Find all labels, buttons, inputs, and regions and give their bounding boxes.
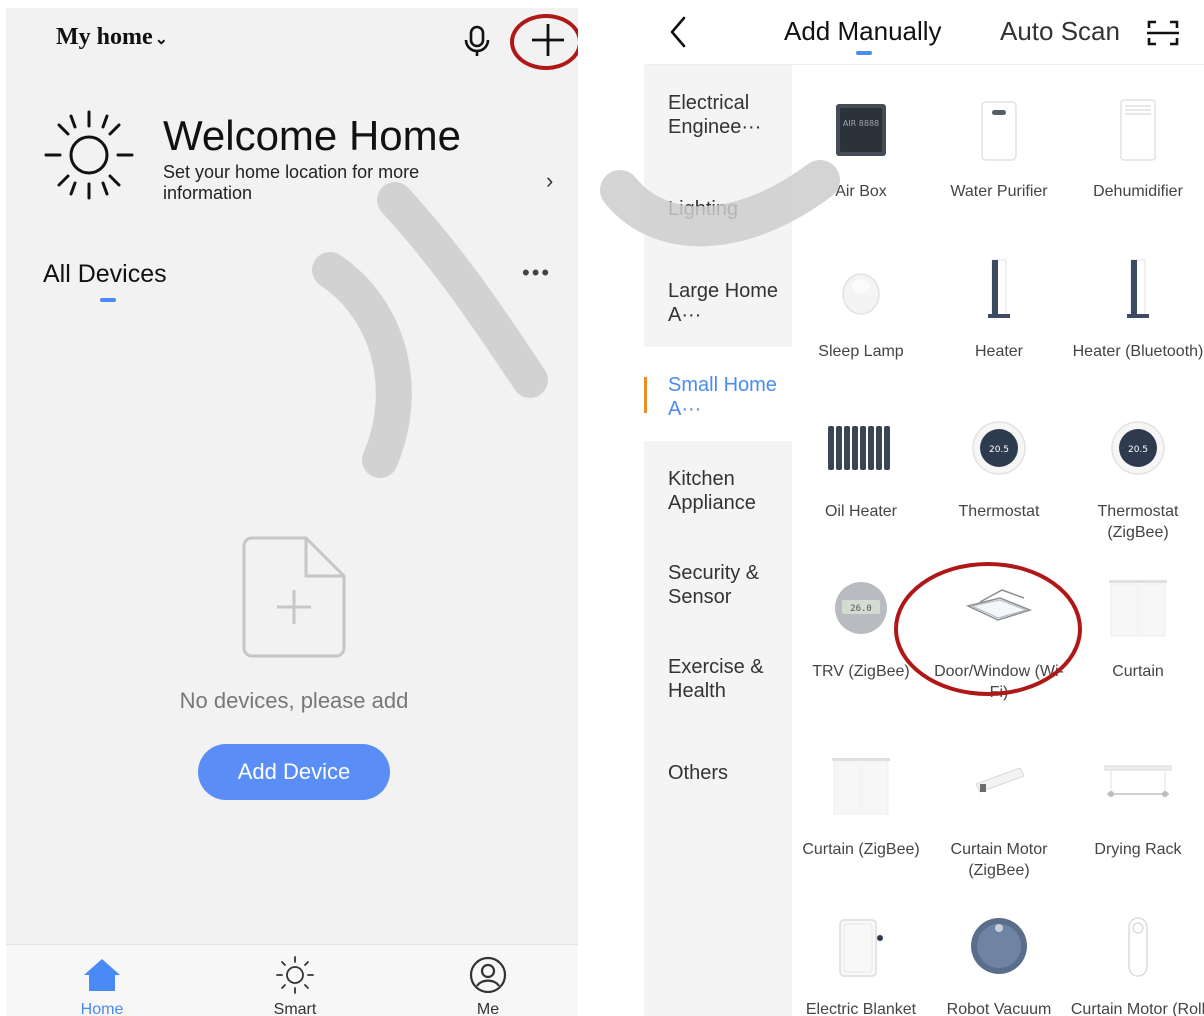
category-label: Security & Sensor bbox=[668, 562, 760, 608]
welcome-title: Welcome Home bbox=[163, 112, 461, 159]
category-label: Others bbox=[668, 762, 729, 784]
tab-add-manually[interactable]: Add Manually bbox=[784, 16, 942, 47]
trv-icon: 26.0 bbox=[835, 582, 887, 634]
device-label: Drying Rack bbox=[1094, 841, 1182, 858]
device-curtain[interactable]: Curtain bbox=[1069, 576, 1204, 682]
annotation-circle bbox=[894, 562, 1082, 696]
device-robot-vacuum[interactable]: Robot Vacuum (IPC) bbox=[930, 914, 1068, 1016]
add-device-button[interactable]: Add Device bbox=[198, 744, 390, 800]
annotation-circle bbox=[510, 14, 578, 70]
electric-blanket-icon bbox=[839, 919, 883, 977]
watermark-strokes bbox=[312, 160, 840, 478]
svg-text:26.0: 26.0 bbox=[850, 604, 872, 614]
curtain-motor-icon bbox=[975, 767, 1025, 793]
svg-text:20.5: 20.5 bbox=[1128, 445, 1148, 455]
thermostat-icon: 20.5 bbox=[1111, 421, 1165, 475]
device-dehumidifier[interactable]: Dehumidifier bbox=[1069, 96, 1204, 202]
device-curtain-zigbee[interactable]: Curtain (ZigBee) bbox=[792, 754, 930, 860]
tab-me-label: Me bbox=[476, 1001, 500, 1016]
device-label: Curtain Motor (ZigBee) bbox=[950, 841, 1048, 879]
tab-smart-label: Smart bbox=[273, 1001, 317, 1016]
tab-auto-scan[interactable]: Auto Scan bbox=[1000, 16, 1120, 47]
curtain-icon bbox=[832, 758, 890, 815]
device-electric-blanket[interactable]: Electric Blanket bbox=[792, 914, 930, 1016]
heater-icon bbox=[1127, 259, 1149, 318]
empty-document-icon bbox=[242, 536, 346, 658]
device-drying-rack[interactable]: Drying Rack bbox=[1069, 754, 1204, 860]
category-item[interactable]: Exercise & Health bbox=[644, 629, 792, 723]
device-label: Water Purifier bbox=[950, 183, 1048, 200]
svg-text:20.5: 20.5 bbox=[989, 445, 1009, 455]
device-thermostat-zigbee[interactable]: 20.5 Thermostat (ZigBee) bbox=[1069, 416, 1204, 543]
category-item[interactable]: Electrical Enginee··· bbox=[644, 65, 792, 159]
category-item[interactable]: Security & Sensor bbox=[644, 535, 792, 629]
device-label: Dehumidifier bbox=[1093, 183, 1183, 200]
bottom-tab-bar: Home Smart Me bbox=[6, 944, 578, 1016]
house-icon bbox=[84, 959, 120, 991]
tab-indicator bbox=[100, 298, 116, 302]
category-label: Electrical Enginee··· bbox=[668, 92, 762, 138]
device-label: Electric Blanket bbox=[805, 1001, 917, 1016]
thermostat-icon: 20.5 bbox=[972, 421, 1026, 475]
dehumidifier-icon bbox=[1120, 99, 1156, 161]
curtain-icon bbox=[1109, 580, 1167, 637]
device-label: Oil Heater bbox=[824, 503, 898, 520]
category-label: Exercise & Health bbox=[668, 656, 764, 702]
tab-home-label: Home bbox=[80, 1001, 124, 1016]
home-title-label: My home bbox=[56, 24, 153, 50]
device-label: Curtain Motor (Roll Chain) bbox=[1070, 1001, 1204, 1016]
sun-icon bbox=[44, 110, 134, 200]
device-thermostat[interactable]: 20.5 Thermostat bbox=[930, 416, 1068, 522]
device-curtain-motor-zigbee[interactable]: Curtain Motor (ZigBee) bbox=[930, 754, 1068, 881]
all-devices-tab[interactable]: All Devices bbox=[43, 260, 167, 289]
device-heater[interactable]: Heater bbox=[930, 256, 1068, 362]
device-label: Robot Vacuum (IPC) bbox=[946, 1001, 1052, 1016]
tab-smart[interactable]: Smart bbox=[235, 945, 355, 1016]
microphone-icon[interactable] bbox=[461, 24, 493, 58]
curtain-motor-roll-icon bbox=[1128, 917, 1148, 977]
sun-icon bbox=[276, 956, 314, 994]
heater-icon bbox=[988, 259, 1010, 318]
tab-home[interactable]: Home bbox=[42, 945, 162, 1016]
water-purifier-icon bbox=[981, 101, 1017, 161]
user-circle-icon bbox=[469, 956, 507, 994]
device-label: Thermostat bbox=[958, 503, 1040, 520]
device-label: Heater bbox=[974, 343, 1024, 360]
scan-icon[interactable] bbox=[1146, 18, 1180, 48]
device-label: Curtain bbox=[1112, 663, 1164, 680]
tab-indicator bbox=[856, 51, 872, 55]
device-label: Thermostat (ZigBee) bbox=[1097, 503, 1179, 541]
robot-vacuum-icon bbox=[971, 918, 1027, 974]
category-item[interactable]: Others bbox=[644, 723, 792, 817]
device-label: Curtain (ZigBee) bbox=[802, 841, 920, 858]
device-water-purifier[interactable]: Water Purifier bbox=[930, 96, 1068, 202]
tab-me[interactable]: Me bbox=[428, 945, 548, 1016]
device-curtain-motor-roll-chain[interactable]: Curtain Motor (Roll Chain) bbox=[1069, 914, 1204, 1016]
chevron-down-icon: ⌄ bbox=[154, 31, 169, 48]
home-selector[interactable]: My home ⌄ bbox=[56, 24, 168, 51]
air-box-icon: AIR 8888 bbox=[836, 104, 886, 156]
back-arrow-icon[interactable] bbox=[666, 14, 690, 50]
add-device-screen: Add Manually Auto Scan Electrical Engine… bbox=[644, 0, 1204, 1016]
drying-rack-icon bbox=[1104, 765, 1172, 797]
device-label: Heater (Bluetooth) bbox=[1072, 343, 1204, 360]
svg-text:AIR 8888: AIR 8888 bbox=[843, 119, 879, 128]
empty-state-text: No devices, please add bbox=[179, 688, 409, 713]
device-heater-bluetooth[interactable]: Heater (Bluetooth) bbox=[1069, 256, 1204, 362]
